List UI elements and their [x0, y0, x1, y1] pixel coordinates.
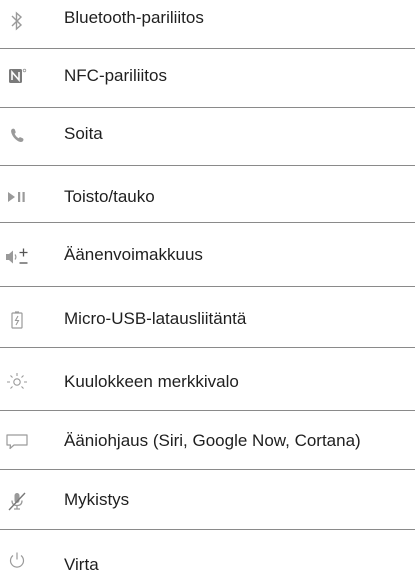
bluetooth-icon — [4, 8, 30, 34]
legend-label-micro-usb: Micro-USB-latausliitäntä — [64, 309, 247, 328]
legend-label-nfc: NFC-pariliitos — [64, 66, 167, 85]
divider — [0, 286, 415, 287]
legend-label-call: Soita — [64, 124, 103, 143]
legend-label-mute: Mykistys — [64, 490, 130, 509]
divider — [0, 107, 415, 108]
legend-label-play-pause: Toisto/tauko — [64, 187, 155, 206]
divider — [0, 469, 415, 470]
power-icon — [4, 547, 30, 573]
volume-icon — [4, 244, 30, 270]
legend-label-bluetooth: Bluetooth-pariliitos — [64, 8, 204, 27]
play-pause-icon — [4, 184, 30, 210]
legend-label-indicator-light: Kuulokkeen merkkivalo — [64, 372, 239, 391]
legend-label-voice-control: Ääniohjaus (Siri, Google Now, Cortana) — [64, 431, 361, 450]
speech-bubble-icon — [4, 428, 30, 454]
legend-label-power: Virta — [64, 555, 99, 574]
legend-label-volume: Äänenvoimakkuus — [64, 245, 203, 264]
phone-icon — [4, 122, 30, 148]
divider — [0, 222, 415, 223]
divider — [0, 410, 415, 411]
nfc-icon — [4, 63, 30, 89]
divider — [0, 529, 415, 530]
indicator-light-icon — [4, 369, 30, 395]
divider — [0, 48, 415, 49]
divider — [0, 347, 415, 348]
divider — [0, 165, 415, 166]
mute-icon — [4, 488, 30, 514]
battery-charging-icon — [4, 307, 30, 333]
